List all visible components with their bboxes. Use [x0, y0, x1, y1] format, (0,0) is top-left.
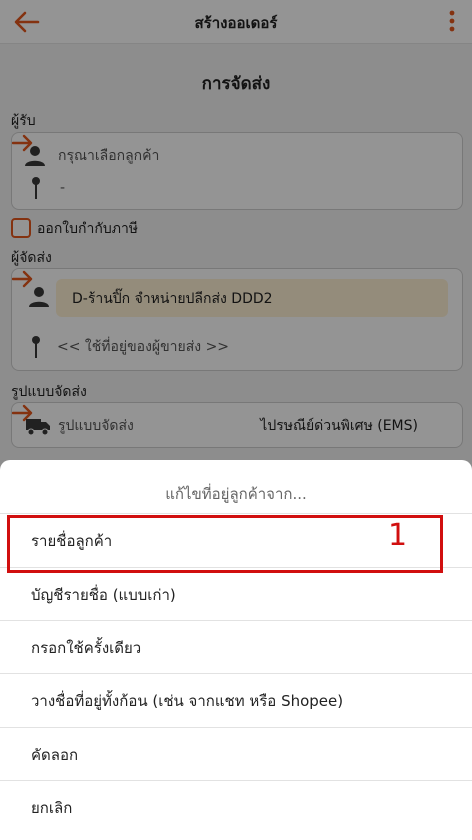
annotation-highlight-box — [7, 515, 443, 573]
sheet-title: แก้ไขที่อยู่ลูกค้าจาก... — [165, 485, 307, 503]
option-one-time-entry[interactable]: กรอกใช้ครั้งเดียว — [0, 621, 472, 674]
option-cancel[interactable]: ยกเลิก — [0, 781, 472, 834]
option-copy[interactable]: คัดลอก — [0, 728, 472, 781]
option-paste-address[interactable]: วางชื่อที่อยู่ทั้งก้อน (เช่น จากแชท หรือ… — [0, 674, 472, 727]
edit-address-sheet: แก้ไขที่อยู่ลูกค้าจาก... รายชื่อลูกค้า บ… — [0, 460, 472, 840]
annotation-step-number: 1 — [388, 518, 408, 553]
option-contacts-legacy[interactable]: บัญชีรายชื่อ (แบบเก่า) — [0, 568, 472, 621]
